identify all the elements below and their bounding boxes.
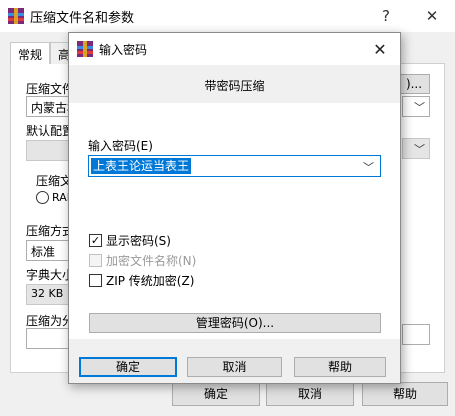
winrar-app-icon <box>77 41 93 57</box>
show-password-label: 显示密码(S) <box>106 233 171 248</box>
tab-general[interactable]: 常规 <box>10 42 50 64</box>
parent-ok-button[interactable]: 确定 <box>172 382 260 406</box>
browse-button-label: )... <box>405 77 423 91</box>
split-volumes-dropdown[interactable] <box>402 324 430 345</box>
help-icon: ? <box>382 7 390 25</box>
rar-radio[interactable] <box>36 191 49 204</box>
dictionary-size-value: 32 KB <box>31 287 64 300</box>
ok-button[interactable]: 确定 <box>79 357 177 377</box>
checkbox-disabled-icon <box>89 253 102 267</box>
chevron-down-icon: ﹀ <box>414 101 425 114</box>
password-input[interactable]: 上表王论运当表王 ﹀ <box>88 155 381 177</box>
manage-passwords-label: 管理密码(O)... <box>195 316 275 330</box>
password-value: 上表王论运当表王 <box>91 158 192 174</box>
parent-ok-label: 确定 <box>203 387 228 401</box>
parent-close-button[interactable]: ✕ <box>412 0 452 32</box>
archive-name-label: 压缩文件 <box>26 82 75 96</box>
show-password-checkbox[interactable]: ✓ 显示密码(S) <box>89 231 171 249</box>
dialog-close-button[interactable]: ✕ <box>360 33 400 65</box>
encrypt-filenames-label: 加密文件名称(N) <box>106 253 197 268</box>
archive-format-label: 压缩文 <box>36 174 73 188</box>
cancel-button-label: 取消 <box>222 360 247 374</box>
parent-titlebar: 压缩文件名和参数 ? ✕ <box>0 0 455 32</box>
zip-legacy-encryption-checkbox[interactable]: ZIP 传统加密(Z) <box>89 271 194 289</box>
dictionary-size-label: 字典大小 <box>26 268 75 282</box>
help-button-label: 帮助 <box>327 360 352 374</box>
password-label: 输入密码(E) <box>88 139 153 153</box>
tab-general-label: 常规 <box>18 48 43 62</box>
parent-cancel-button[interactable]: 取消 <box>266 382 354 406</box>
compression-method-label: 压缩方式 <box>26 224 75 238</box>
dialog-heading: 带密码压缩 <box>204 79 265 93</box>
help-title-button[interactable]: ? <box>366 0 406 32</box>
cancel-button[interactable]: 取消 <box>187 357 282 377</box>
browse-button[interactable]: )... <box>398 74 430 94</box>
checkbox-unchecked-icon <box>89 273 102 287</box>
help-button[interactable]: 帮助 <box>294 357 386 377</box>
ok-button-label: 确定 <box>115 360 140 374</box>
parent-window-title: 压缩文件名和参数 <box>30 11 135 26</box>
password-dialog: 输入密码 ✕ 带密码压缩 输入密码(E) 上表王论运当表王 ﹀ ✓ 显示密码(S… <box>68 32 401 384</box>
archive-name-dropdown[interactable]: ﹀ <box>402 96 430 117</box>
dialog-titlebar: 输入密码 ✕ <box>69 33 400 65</box>
chevron-down-icon[interactable]: ﹀ <box>363 159 374 175</box>
profile-dropdown[interactable]: ﹀ <box>402 138 430 159</box>
winrar-app-icon <box>8 8 24 24</box>
checkbox-checked-icon: ✓ <box>89 233 102 247</box>
manage-passwords-button[interactable]: 管理密码(O)... <box>89 313 381 333</box>
parent-help-button[interactable]: 帮助 <box>362 382 448 406</box>
close-icon: ✕ <box>373 39 387 59</box>
split-volumes-label: 压缩为分 <box>26 314 75 328</box>
check-mark-icon: ✓ <box>90 233 101 247</box>
dialog-title: 输入密码 <box>99 43 148 57</box>
compression-method-value: 标准 <box>31 245 56 259</box>
close-icon: ✕ <box>425 7 439 25</box>
chevron-down-icon: ﹀ <box>414 143 425 156</box>
parent-help-label: 帮助 <box>392 387 417 401</box>
default-profile-label: 默认配置 <box>26 124 75 138</box>
encrypt-filenames-checkbox: 加密文件名称(N) <box>89 251 196 269</box>
parent-cancel-label: 取消 <box>297 387 322 401</box>
zip-legacy-encryption-label: ZIP 传统加密(Z) <box>106 273 195 288</box>
